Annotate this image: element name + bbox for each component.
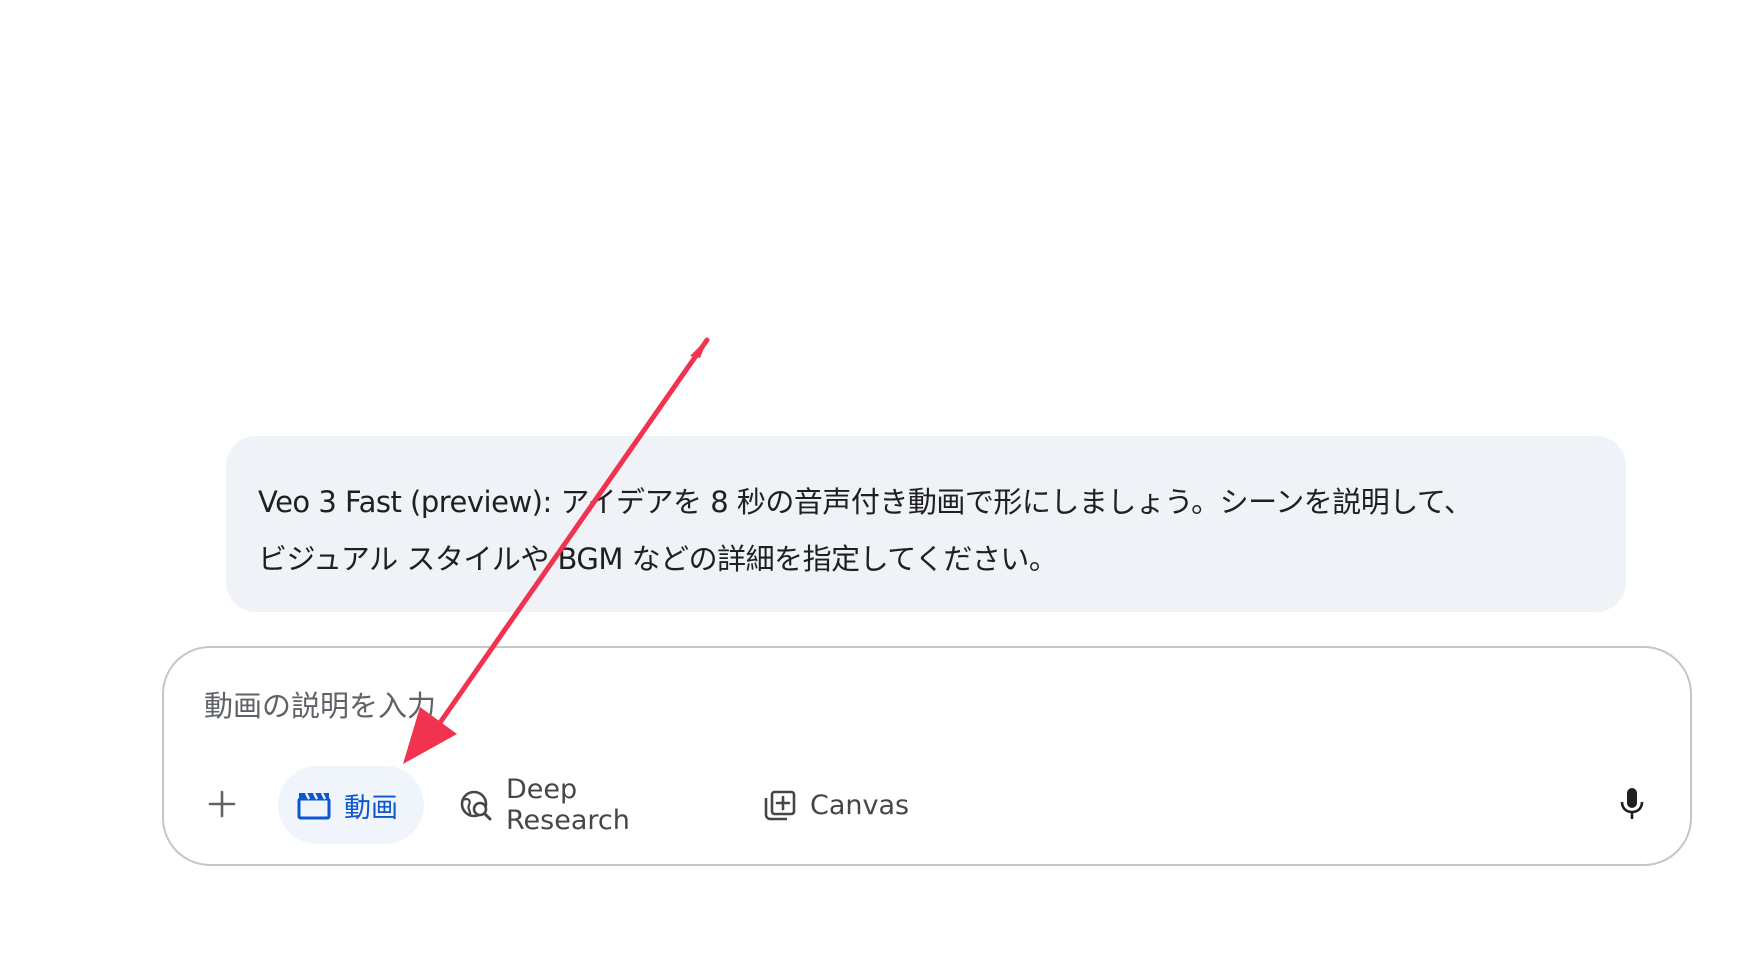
info-message-line-1: Veo 3 Fast (preview): アイデアを 8 秒の音声付き動画で形… <box>258 485 1473 519</box>
canvas-label: Canvas <box>810 789 910 821</box>
clapperboard-icon <box>296 787 332 823</box>
globe-search-icon <box>458 787 494 823</box>
video-tool-chip[interactable]: 動画 <box>278 766 424 844</box>
deep-research-chip[interactable]: Deep Research <box>442 766 700 844</box>
prompt-composer: 動画 Deep Research <box>162 646 1692 866</box>
microphone-button[interactable] <box>1604 776 1660 832</box>
plus-icon <box>208 790 236 818</box>
video-tool-label: 動画 <box>344 792 398 824</box>
page: Veo 3 Fast (preview): アイデアを 8 秒の音声付き動画で形… <box>0 0 1752 956</box>
composer-toolbar: 動画 Deep Research Canvas <box>164 766 1690 846</box>
canvas-chip[interactable]: Canvas <box>746 766 916 844</box>
add-button[interactable] <box>194 776 250 832</box>
microphone-icon <box>1620 788 1644 819</box>
prompt-input[interactable] <box>204 684 1604 728</box>
info-message-line-2: ビジュアル スタイルや BGM などの詳細を指定してください。 <box>258 542 1058 576</box>
canvas-add-icon <box>762 787 798 823</box>
info-message-bubble: Veo 3 Fast (preview): アイデアを 8 秒の音声付き動画で形… <box>226 436 1626 612</box>
deep-research-label: Deep Research <box>506 774 630 836</box>
